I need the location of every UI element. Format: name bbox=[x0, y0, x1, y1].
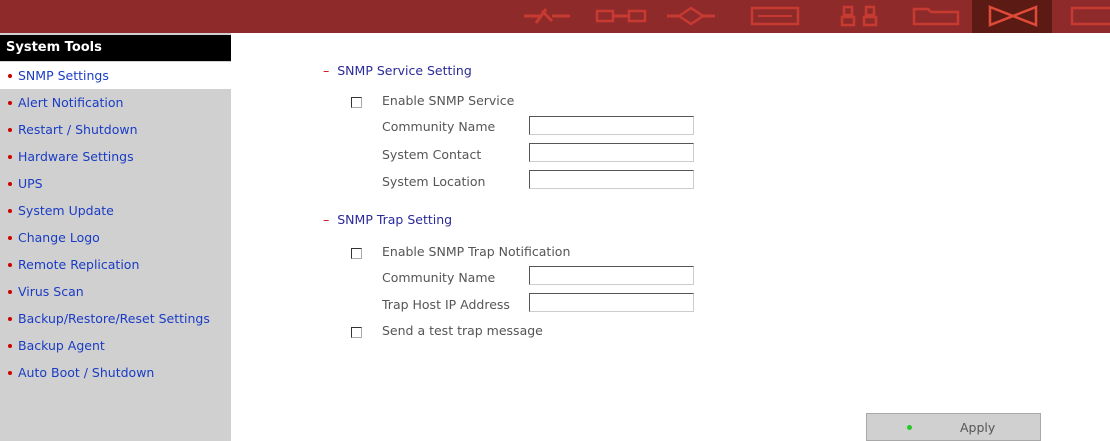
enable-snmp-trap-checkbox[interactable] bbox=[351, 248, 362, 259]
status-dot-icon bbox=[907, 425, 912, 430]
sidebar-item-label: UPS bbox=[18, 176, 43, 191]
bullet-icon bbox=[8, 289, 12, 294]
bullet-icon bbox=[8, 262, 12, 267]
system-contact-input[interactable] bbox=[529, 143, 694, 162]
sidebar-item-label: Backup/Restore/Reset Settings bbox=[18, 311, 210, 326]
sidebar: System Tools SNMP Settings Alert Notific… bbox=[0, 33, 231, 441]
folder-icon[interactable] bbox=[912, 5, 960, 27]
share-icon[interactable] bbox=[665, 5, 717, 27]
section-title-label: SNMP Trap Setting bbox=[337, 212, 453, 227]
sidebar-item-alert-notification[interactable]: Alert Notification bbox=[0, 89, 231, 116]
collapse-dash-icon[interactable]: – bbox=[323, 212, 329, 227]
device-icon[interactable] bbox=[595, 5, 647, 27]
sidebar-item-restart-shutdown[interactable]: Restart / Shutdown bbox=[0, 116, 231, 143]
sidebar-item-label: Backup Agent bbox=[18, 338, 105, 353]
sidebar-item-hardware-settings[interactable]: Hardware Settings bbox=[0, 143, 231, 170]
collapse-dash-icon[interactable]: – bbox=[323, 63, 329, 78]
sidebar-item-backup-agent[interactable]: Backup Agent bbox=[0, 332, 231, 359]
network-icon[interactable] bbox=[522, 5, 572, 27]
sidebar-title: System Tools bbox=[0, 35, 231, 61]
system-tools-icon[interactable] bbox=[988, 5, 1038, 27]
users-icon[interactable] bbox=[840, 5, 880, 27]
bullet-icon bbox=[8, 127, 12, 132]
bullet-icon bbox=[8, 154, 12, 159]
snmp-trap-section-title: – SNMP Trap Setting bbox=[323, 212, 452, 227]
sidebar-item-label: Auto Boot / Shutdown bbox=[18, 365, 155, 380]
trap-host-ip-label: Trap Host IP Address bbox=[382, 297, 510, 312]
sidebar-item-remote-replication[interactable]: Remote Replication bbox=[0, 251, 231, 278]
trap-host-ip-input[interactable] bbox=[529, 293, 694, 312]
sidebar-item-virus-scan[interactable]: Virus Scan bbox=[0, 278, 231, 305]
sidebar-item-ups[interactable]: UPS bbox=[0, 170, 231, 197]
enable-snmp-trap-label: Enable SNMP Trap Notification bbox=[382, 244, 571, 259]
trap-community-name-label: Community Name bbox=[382, 270, 496, 285]
bullet-icon bbox=[8, 235, 12, 240]
sidebar-item-auto-boot-shutdown[interactable]: Auto Boot / Shutdown bbox=[0, 359, 231, 386]
apply-label: Apply bbox=[960, 420, 996, 435]
enable-snmp-service-label: Enable SNMP Service bbox=[382, 93, 515, 108]
sidebar-item-snmp-settings[interactable]: SNMP Settings bbox=[0, 62, 231, 89]
sidebar-item-system-update[interactable]: System Update bbox=[0, 197, 231, 224]
sidebar-item-label: Remote Replication bbox=[18, 257, 140, 272]
sidebar-item-label: System Update bbox=[18, 203, 114, 218]
sidebar-item-label: Change Logo bbox=[18, 230, 100, 245]
sidebar-item-backup-restore-reset[interactable]: Backup/Restore/Reset Settings bbox=[0, 305, 231, 332]
bullet-icon bbox=[8, 370, 12, 375]
sidebar-item-change-logo[interactable]: Change Logo bbox=[0, 224, 231, 251]
system-location-input[interactable] bbox=[529, 170, 694, 189]
bullet-icon bbox=[8, 100, 12, 105]
sidebar-item-label: Alert Notification bbox=[18, 95, 124, 110]
bullet-icon bbox=[8, 343, 12, 348]
send-test-trap-checkbox[interactable] bbox=[351, 327, 362, 338]
monitor-icon[interactable] bbox=[750, 5, 800, 27]
sidebar-item-label: SNMP Settings bbox=[18, 68, 109, 83]
community-name-label: Community Name bbox=[382, 119, 496, 134]
enable-snmp-service-checkbox[interactable] bbox=[351, 97, 362, 108]
logs-icon[interactable] bbox=[1070, 5, 1110, 27]
system-location-label: System Location bbox=[382, 174, 486, 189]
bullet-icon bbox=[8, 73, 12, 78]
apply-button[interactable]: Apply bbox=[866, 413, 1041, 441]
section-title-label: SNMP Service Setting bbox=[337, 63, 472, 78]
bullet-icon bbox=[8, 181, 12, 186]
trap-community-name-input[interactable] bbox=[529, 266, 694, 285]
sidebar-item-label: Virus Scan bbox=[18, 284, 84, 299]
send-test-trap-label: Send a test trap message bbox=[382, 323, 543, 338]
sidebar-item-label: Restart / Shutdown bbox=[18, 122, 138, 137]
community-name-input[interactable] bbox=[529, 116, 694, 135]
bullet-icon bbox=[8, 208, 12, 213]
top-navigation-bar bbox=[0, 0, 1110, 33]
bullet-icon bbox=[8, 316, 12, 321]
snmp-service-section-title: – SNMP Service Setting bbox=[323, 63, 472, 78]
system-contact-label: System Contact bbox=[382, 147, 482, 162]
sidebar-item-label: Hardware Settings bbox=[18, 149, 134, 164]
